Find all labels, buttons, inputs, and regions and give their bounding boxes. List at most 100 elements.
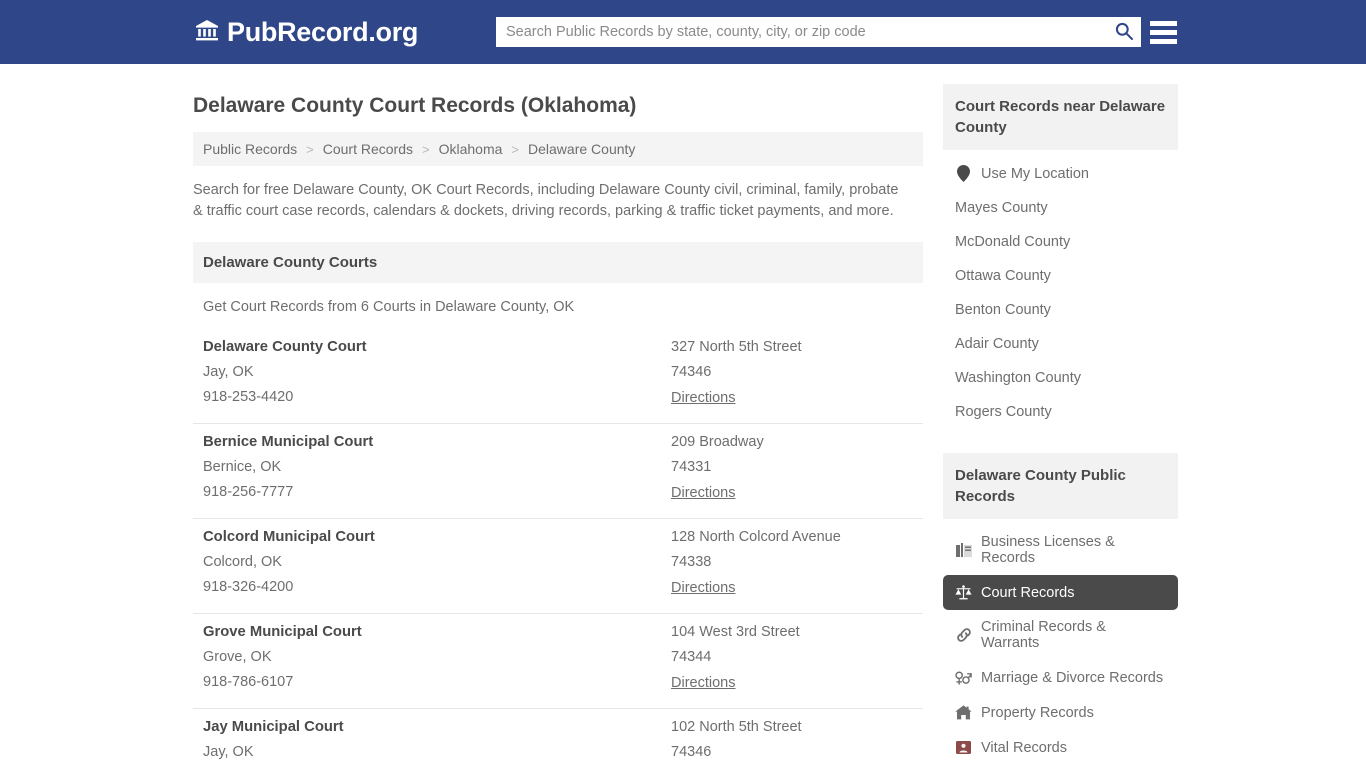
search-input[interactable] (496, 18, 1107, 46)
sidebar-nearby-item[interactable]: Benton County (943, 293, 1178, 327)
sidebar-public-records-item[interactable]: Marriage & Divorce Records (943, 660, 1178, 695)
sidebar-public-records-heading: Delaware County Public Records (943, 453, 1178, 519)
sidebar-public-records-item-label: Criminal Records & Warrants (981, 619, 1106, 651)
court-row: Jay Municipal CourtJay, OK918-253-414810… (193, 709, 923, 768)
court-city-state: Bernice, OK (203, 459, 282, 475)
chain-link-icon (955, 627, 972, 644)
sidebar-nearby-item-label: Adair County (955, 336, 1039, 352)
id-card-icon (955, 739, 972, 756)
sidebar-public-records-list: Business Licenses & Records Court Records… (943, 519, 1178, 765)
court-directions-link[interactable]: Directions (671, 485, 735, 501)
bank-building-icon (195, 18, 219, 47)
sidebar-public-records-item[interactable]: Vital Records (943, 730, 1178, 765)
court-row: Grove Municipal Court Grove, OK 918-786-61… (193, 614, 923, 709)
sidebar-nearby-item[interactable]: Ottawa County (943, 259, 1178, 293)
court-info-right: 209 Broadway 74331 Directions (671, 434, 913, 502)
hamburger-menu-icon-bar (1150, 20, 1177, 26)
courts-section-subheading: Get Court Records from 6 Courts in Delaw… (203, 299, 575, 315)
breadcrumb-item-delaware-county[interactable]: Delaware County (528, 141, 635, 157)
breadcrumb-item-oklahoma[interactable]: Oklahoma (439, 141, 503, 157)
site-header: PubRecord.org (0, 0, 1366, 64)
court-street: 128 North Colcord Avenue (671, 529, 841, 545)
court-phone[interactable]: 918-786-6107 (203, 674, 671, 690)
court-info-left: Colcord Municipal Court Colcord, OK 918-32… (203, 529, 671, 597)
content-container: Delaware County Court Records (Oklahoma)… (193, 64, 1178, 768)
sidebar-nearby-item-label: McDonald County (955, 234, 1071, 250)
sidebar-nearby-item-label: Ottawa County (955, 268, 1051, 284)
court-city-state: Grove, OK (203, 649, 272, 665)
court-info-left: Grove Municipal Court Grove, OK 918-786-61… (203, 624, 671, 692)
briefcase-icon (955, 542, 972, 559)
sidebar-nearby-item[interactable]: Mayes County (943, 191, 1178, 225)
sidebar-public-records-item-label: Business Licenses & Records (981, 534, 1115, 566)
sidebar-nearby-item[interactable]: Adair County (943, 327, 1178, 361)
courts-section-heading: Delaware County Courts (193, 242, 923, 283)
court-zip: 74338 (671, 554, 712, 570)
sidebar-nearby-heading: Court Records near Delaware County (943, 84, 1178, 150)
breadcrumb-item-court-records[interactable]: Court Records (323, 141, 413, 157)
search-bar[interactable] (496, 17, 1141, 47)
sidebar-nearby-item-label: Mayes County (955, 200, 1048, 216)
breadcrumb-separator: > (306, 141, 314, 157)
main-column: Delaware County Court Records (Oklahoma)… (193, 84, 923, 768)
court-street: 102 North 5th Street (671, 719, 802, 735)
breadcrumb-separator: > (422, 141, 430, 157)
hamburger-menu-button[interactable] (1150, 18, 1177, 46)
page-body: Delaware County Court Records (Oklahoma)… (0, 64, 1366, 768)
sidebar-public-records-item-label: Court Records (981, 584, 1075, 601)
court-phone[interactable]: 918-253-4420 (203, 389, 671, 405)
site-logo-text: PubRecord.org (227, 16, 419, 47)
court-name: Delaware County Court (203, 339, 367, 355)
court-street: 104 West 3rd Street (671, 624, 800, 640)
sidebar-public-records-item-label: Vital Records (981, 739, 1067, 756)
sidebar-nearby-item[interactable]: Use My Location (943, 156, 1178, 191)
sidebar-public-records-item[interactable]: Property Records (943, 695, 1178, 730)
court-directions-link[interactable]: Directions (671, 675, 735, 691)
search-button[interactable] (1107, 17, 1141, 47)
court-row: Delaware County Court Jay, OK 918-253-4420… (193, 329, 923, 424)
court-name: Bernice Municipal Court (203, 434, 374, 450)
site-logo-link[interactable]: PubRecord.org (195, 17, 418, 48)
court-street: 327 North 5th Street (671, 339, 802, 355)
court-directions-link[interactable]: Directions (671, 580, 735, 596)
sidebar-public-records-item-label: Marriage & Divorce Records (981, 669, 1164, 686)
map-pin-icon (955, 165, 972, 182)
court-row: Bernice Municipal Court Bernice, OK 918-25… (193, 424, 923, 519)
court-info-left: Delaware County Court Jay, OK 918-253-4420 (203, 339, 671, 407)
court-info-right: 327 North 5th Street 74346 Directions (671, 339, 913, 407)
breadcrumb-item-public-records[interactable]: Public Records (203, 141, 297, 157)
court-info-right: 128 North Colcord Avenue 74338 Directions (671, 529, 913, 597)
sidebar-nearby-item-label: Washington County (955, 370, 1082, 386)
court-info-left: Jay Municipal CourtJay, OK918-253-4148 (203, 719, 671, 768)
sidebar-nearby-item-label: Rogers County (955, 404, 1052, 420)
page-intro-text: Search for free Delaware County, OK Cour… (193, 182, 899, 219)
sidebar-nearby-item[interactable]: Rogers County (943, 395, 1178, 429)
court-zip: 74346 (671, 364, 712, 380)
gender-symbols-icon (955, 669, 972, 686)
home-icon (955, 704, 972, 721)
sidebar-public-records-item[interactable]: Business Licenses & Records (943, 525, 1178, 575)
court-row: Colcord Municipal Court Colcord, OK 918-32… (193, 519, 923, 614)
sidebar-nearby-item[interactable]: McDonald County (943, 225, 1178, 259)
hamburger-menu-icon-bar (1150, 38, 1177, 44)
sidebar-nearby-list: Use My Location Mayes County McDonald Coun… (943, 150, 1178, 429)
court-zip: 74346 (671, 744, 712, 760)
breadcrumb: Public Records > Court Records > Oklahom… (193, 132, 923, 166)
page-title: Delaware County Court Records (Oklahoma) (193, 94, 637, 117)
court-info-right: 102 North 5th Street74346Directions (671, 719, 913, 768)
sidebar-public-records-item[interactable]: Court Records (943, 575, 1178, 610)
breadcrumb-separator: > (511, 141, 520, 157)
sidebar-nearby-item[interactable]: Washington County (943, 361, 1178, 395)
court-info-left: Bernice Municipal Court Bernice, OK 918-25… (203, 434, 671, 502)
court-zip: 74344 (671, 649, 712, 665)
court-name: Jay Municipal Court (203, 719, 344, 735)
court-city-state: Jay, OK (203, 744, 254, 760)
sidebar-nearby-item-label: Use My Location (981, 165, 1089, 182)
balance-scale-icon (955, 584, 972, 601)
sidebar-nearby-item-label: Benton County (955, 302, 1051, 318)
court-phone[interactable]: 918-256-7777 (203, 484, 671, 500)
sidebar-public-records-item[interactable]: Criminal Records & Warrants (943, 610, 1178, 660)
court-directions-link[interactable]: Directions (671, 390, 735, 406)
search-icon (1114, 21, 1134, 44)
court-phone[interactable]: 918-326-4200 (203, 579, 671, 595)
